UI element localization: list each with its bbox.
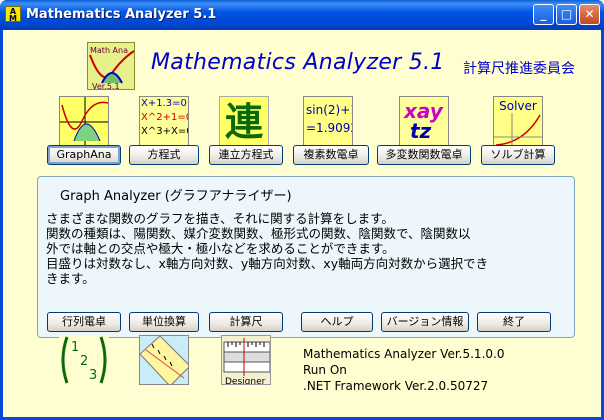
maximize-button[interactable]: □ [556,4,577,25]
matrix-calculator-button[interactable]: 行列電卓 [47,312,121,332]
equation-line-1: X+1.3=0 [141,98,187,109]
slide-rule-designer-label: Designer [225,377,266,385]
logo-text-top: Math Ana [90,46,128,55]
equation-button[interactable]: 方程式 [129,145,199,165]
tooltip-line: さまざまな関数のグラフを描き、それに関する計算をします。 [46,211,394,226]
equation-line-3: X^3+X=0 [141,126,189,137]
tooltip-line: きます。 [46,271,95,286]
help-button[interactable]: ヘルプ [301,312,373,332]
version-info-button[interactable]: バージョン情報 [381,312,469,332]
multivariable-icon[interactable]: xay tz [399,96,449,146]
solver-label: Solver [499,99,537,113]
main-window: AM Mathematics Analyzer 5.1 _ □ ✕ Math A… [0,0,604,420]
complex-calculator-button[interactable]: 複素数電卓 [293,145,369,165]
multivariable-line-2: tz [410,119,432,143]
exit-button[interactable]: 終了 [477,312,551,332]
slide-rule-icon[interactable]: Designer [221,335,271,385]
app-heading: Mathematics Analyzer 5.1 [151,50,445,75]
equation-line-2: X^2+1=0 [141,112,189,123]
unit-conversion-button[interactable]: 単位換算 [129,312,199,332]
matrix-digit-2: 2 [80,354,88,369]
complex-line-2: =1.9092 [306,121,353,135]
window-title: Mathematics Analyzer 5.1 [26,7,217,22]
complex-line-1: sin(2)+1 [306,103,353,117]
matrix-icon[interactable]: 1 2 3 [59,335,109,385]
close-button[interactable]: ✕ [579,4,600,25]
organization-name: 計算尺推進委員会 [463,61,575,77]
solver-button[interactable]: ソルブ計算 [481,145,555,165]
matrix-digit-3: 3 [89,368,97,383]
simultaneous-equation-icon[interactable]: 連 [219,96,269,146]
graphana-button[interactable]: GraphAna [47,145,121,165]
title-bar[interactable]: AM Mathematics Analyzer 5.1 _ □ ✕ [0,0,604,30]
client-area: Math Ana Ver.5.1 Mathematics Analyzer 5.… [3,30,601,417]
app-icon[interactable]: AM [5,6,21,23]
slide-rule-button[interactable]: 計算尺 [209,312,283,332]
app-logo: Math Ana Ver.5.1 [87,42,135,90]
multivariable-button[interactable]: 多変数関数電卓 [377,145,471,165]
tooltip-body: さまざまな関数のグラフを描き、それに関する計算をします。 関数の種類は、陽関数、… [46,211,570,286]
version-info: Mathematics Analyzer Ver.5.1.0.0 Run On … [303,346,504,394]
graph-icon[interactable] [59,96,109,146]
solver-icon[interactable]: Solver [493,96,543,146]
equation-icon[interactable]: X+1.3=0 X^2+1=0 X^3+X=0 [139,96,189,146]
version-line: Mathematics Analyzer Ver.5.1.0.0 [303,347,505,361]
version-line: .NET Framework Ver.2.0.50727 [303,379,489,393]
minimize-button[interactable]: _ [533,4,554,25]
logo-text-bottom: Ver.5.1 [92,82,120,90]
version-line: Run On [303,363,347,377]
tooltip-line: 関数の種類は、陽関数、媒介変数関数、極形式の関数、陰関数で、陰関数以 [46,226,471,241]
tooltip-line: 目盛りは対数なし、x軸方向対数、y軸方向対数、xy軸両方向対数から選択でき [46,256,489,271]
complex-calculator-icon[interactable]: sin(2)+1 =1.9092 [303,96,353,146]
simultaneous-equation-glyph: 連 [224,100,263,144]
tooltip-title: Graph Analyzer (グラフアナライザー) [60,189,292,204]
simultaneous-equation-button[interactable]: 連立方程式 [209,145,283,165]
multivariable-line-1: xay [404,99,443,123]
tooltip-line: 外では軸との交点や極大・極小などを求めることができます。 [46,241,395,256]
matrix-digit-1: 1 [71,340,79,355]
unit-conversion-icon[interactable] [139,335,189,385]
logo-graph-icon: Math Ana Ver.5.1 [89,46,134,90]
